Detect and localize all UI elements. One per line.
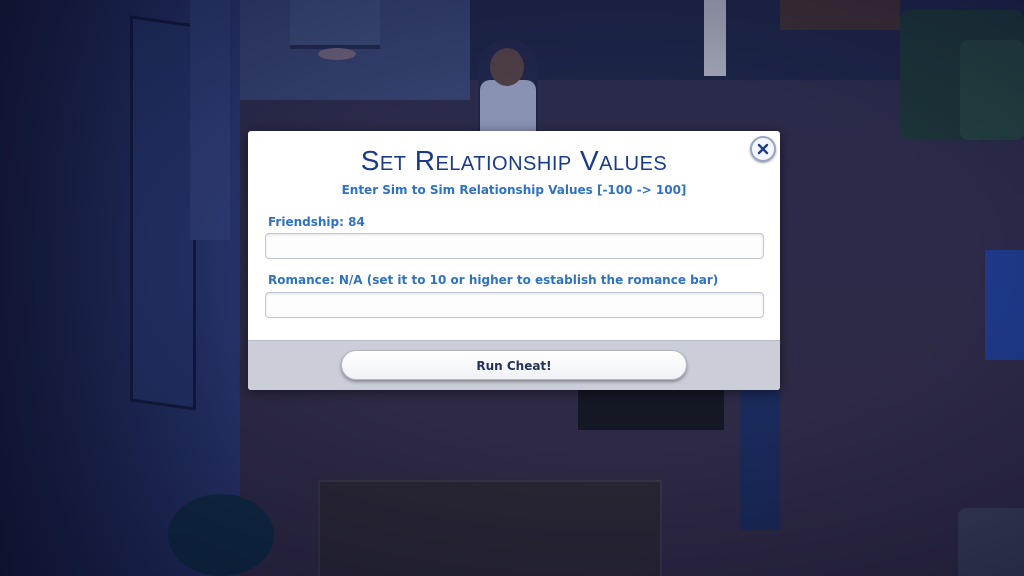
close-icon <box>757 143 769 155</box>
dialog-title: Set Relationship Values <box>360 145 668 176</box>
set-relationship-dialog: Set Relationship Values Enter Sim to Sim… <box>248 131 780 390</box>
dialog-subtitle: Enter Sim to Sim Relationship Values [-1… <box>341 183 687 197</box>
run-cheat-button[interactable]: Run Cheat! <box>341 350 687 380</box>
friendship-label: Friendship: 84 <box>268 215 365 229</box>
dialog-footer: Run Cheat! <box>248 340 780 390</box>
romance-input[interactable] <box>265 292 764 318</box>
friendship-input[interactable] <box>265 233 764 259</box>
romance-label: Romance: N/A (set it to 10 or higher to … <box>268 273 719 287</box>
close-button[interactable] <box>750 136 776 162</box>
